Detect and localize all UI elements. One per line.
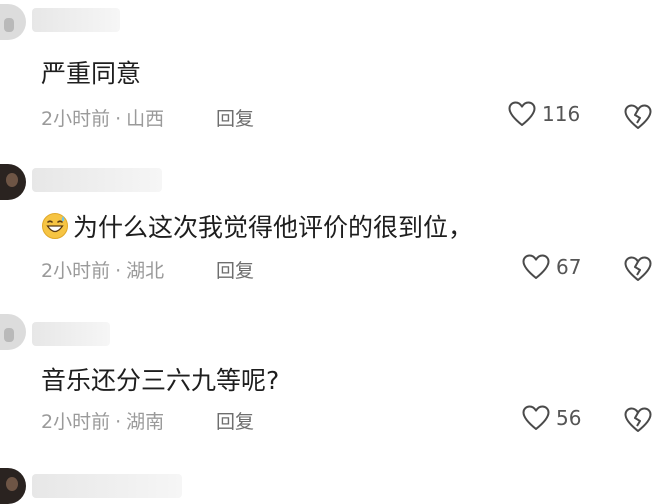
comment-text-content: 为什么这次我觉得他评价的很到位，	[73, 213, 474, 242]
like-count: 56	[556, 406, 582, 430]
like-count: 67	[556, 255, 582, 279]
username-redacted[interactable]	[32, 322, 110, 346]
avatar[interactable]	[0, 468, 26, 504]
comment-meta: 2小时前 · 山西	[41, 104, 164, 131]
comment-time: 2小时前	[41, 411, 111, 433]
grinning-sweat-emoji-icon	[42, 213, 68, 239]
broken-heart-icon[interactable]	[624, 406, 652, 434]
username-redacted[interactable]	[32, 474, 182, 498]
reply-button[interactable]: 回复	[216, 256, 254, 283]
reply-button[interactable]: 回复	[216, 407, 254, 434]
comment-text-content: 严重同意	[41, 59, 142, 88]
heart-icon	[522, 405, 550, 430]
like-button[interactable]: 56	[522, 405, 581, 431]
like-button[interactable]: 67	[522, 254, 581, 280]
comment-time: 2小时前	[41, 108, 111, 130]
like-count: 116	[542, 102, 581, 126]
comment-meta: 2小时前 · 湖北	[41, 256, 164, 283]
username-redacted[interactable]	[32, 168, 162, 192]
comment-location: 山西	[126, 108, 165, 130]
comment-location: 湖南	[126, 411, 165, 433]
comment-meta: 2小时前 · 湖南	[41, 407, 164, 434]
broken-heart-icon[interactable]	[624, 103, 652, 131]
comment-text-content: 音乐还分三六九等呢?	[41, 366, 280, 395]
meta-separator: ·	[115, 108, 122, 130]
avatar[interactable]	[0, 164, 26, 200]
broken-heart-icon[interactable]	[624, 255, 652, 283]
like-button[interactable]: 116	[508, 101, 580, 127]
comment-location: 湖北	[126, 260, 165, 282]
avatar[interactable]	[0, 314, 26, 350]
reply-button[interactable]: 回复	[216, 104, 254, 131]
username-redacted[interactable]	[32, 8, 120, 32]
avatar[interactable]	[0, 4, 26, 40]
comment-text: 为什么这次我觉得他评价的很到位，	[41, 208, 473, 244]
comment-time: 2小时前	[41, 260, 111, 282]
meta-separator: ·	[115, 260, 122, 282]
heart-icon	[522, 254, 550, 279]
heart-icon	[508, 101, 536, 126]
meta-separator: ·	[115, 411, 122, 433]
comment-text: 严重同意	[41, 54, 141, 90]
comment-text: 音乐还分三六九等呢?	[41, 361, 279, 397]
